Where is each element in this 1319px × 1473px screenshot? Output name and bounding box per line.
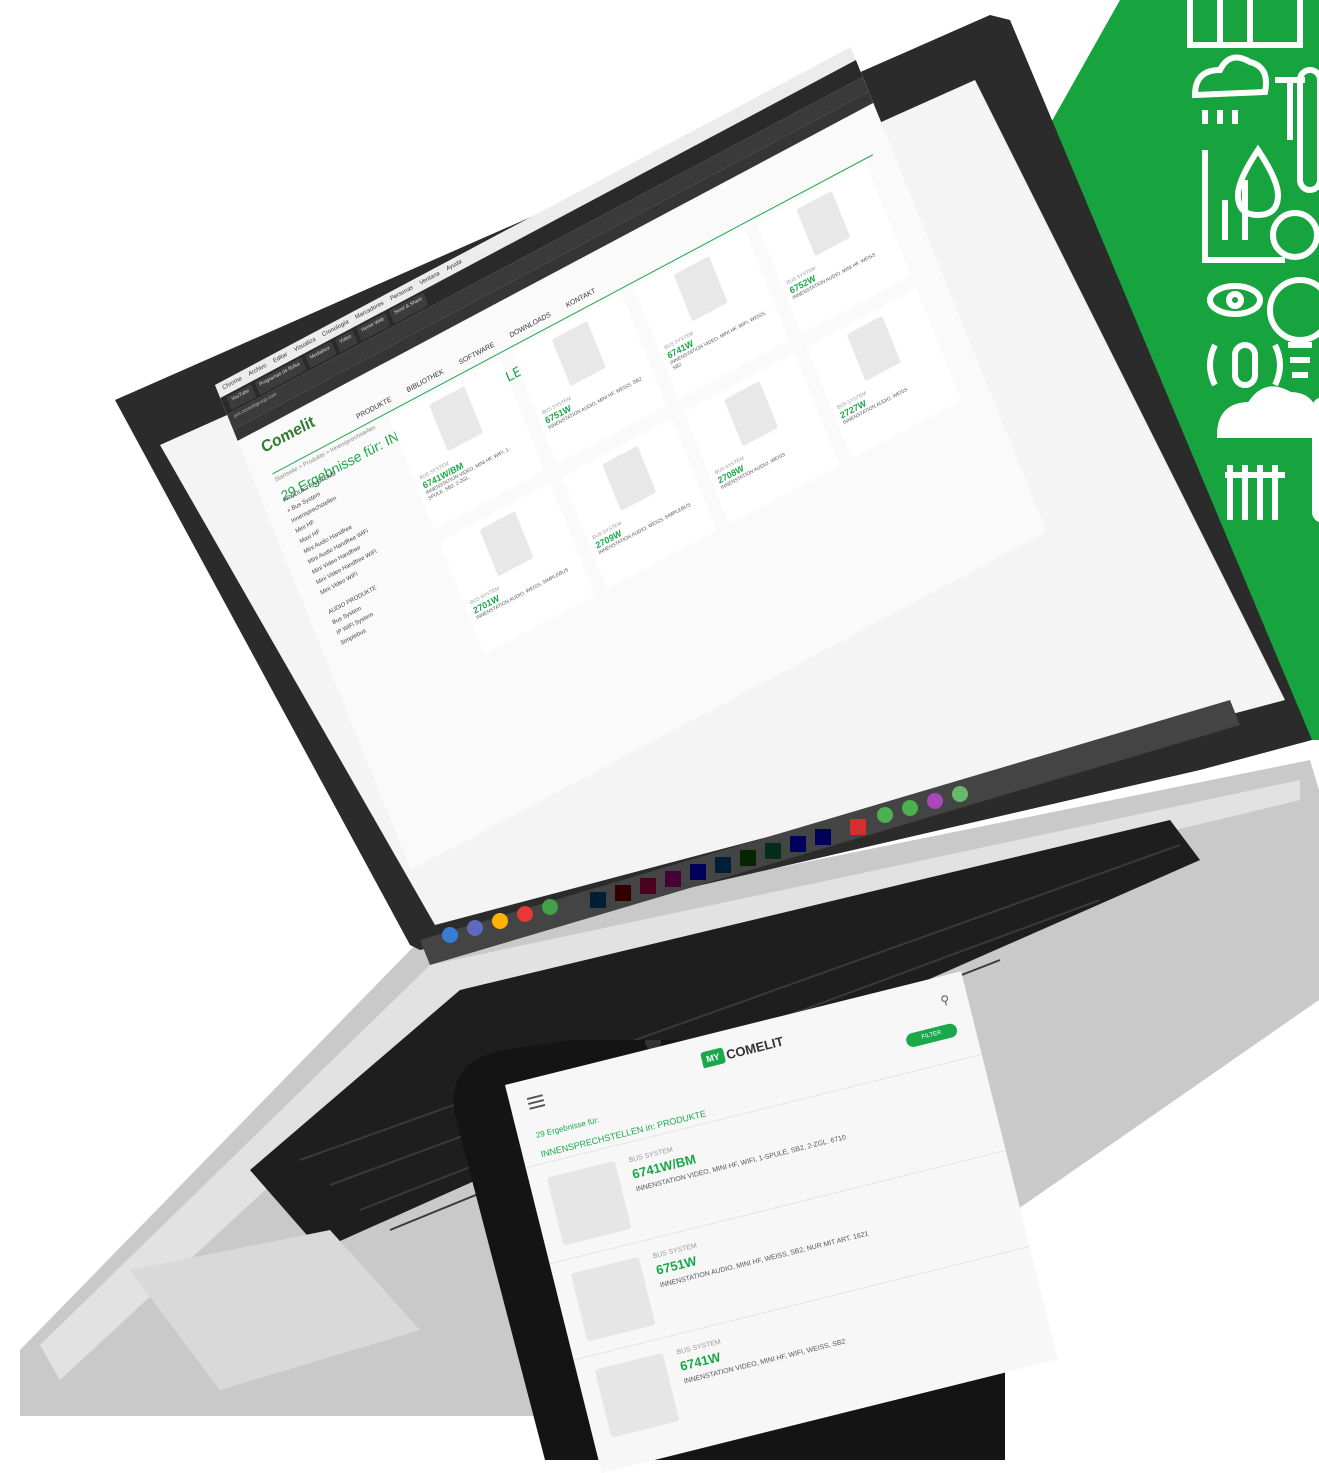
product-image (479, 510, 534, 577)
product-image (546, 1160, 632, 1246)
product-image (570, 1256, 656, 1342)
search-icon[interactable]: ⚲ (939, 992, 951, 1008)
product-image (796, 190, 851, 257)
product-image (846, 315, 901, 382)
product-image (551, 320, 606, 387)
product-image (601, 445, 657, 512)
product-image (429, 385, 484, 452)
product-image (673, 255, 728, 322)
product-image (724, 380, 779, 447)
logo-text: COMELIT (724, 1033, 785, 1062)
product-image (594, 1352, 680, 1438)
logo-badge: MY (699, 1047, 727, 1069)
mycomelit-logo[interactable]: MY COMELIT (699, 1033, 785, 1069)
hamburger-menu-icon[interactable] (526, 1091, 546, 1112)
